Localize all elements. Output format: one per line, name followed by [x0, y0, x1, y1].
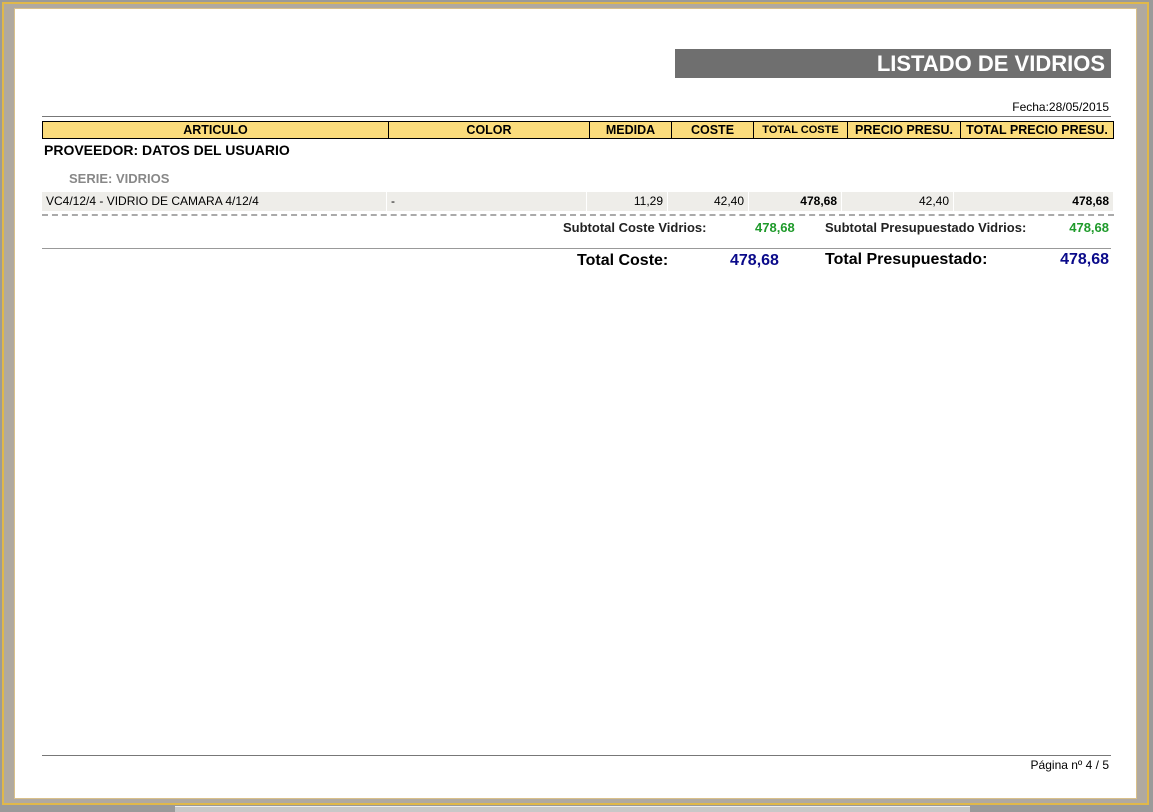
cell-color: - [387, 192, 587, 211]
report-title: LISTADO DE VIDRIOS [675, 49, 1111, 78]
proveedor-heading: PROVEEDOR: DATOS DEL USUARIO [44, 142, 290, 158]
totals-divider [42, 248, 1111, 249]
subtotal-presu-label: Subtotal Presupuestado Vidrios: [825, 220, 1027, 235]
col-precio-presu: PRECIO PRESU. [848, 122, 961, 138]
page-number: Página nº 4 / 5 [1030, 758, 1109, 772]
report-date: Fecha:28/05/2015 [1012, 100, 1109, 114]
col-medida: MEDIDA [590, 122, 672, 138]
footer-divider [42, 755, 1111, 756]
total-presu-label: Total Presupuestado: [825, 251, 988, 268]
cell-coste: 42,40 [668, 192, 749, 211]
table-row: VC4/12/4 - VIDRIO DE CAMARA 4/12/4 - 11,… [42, 192, 1114, 211]
col-color: COLOR [389, 122, 590, 138]
horizontal-scrollbar[interactable] [175, 806, 970, 812]
cell-precio-presu: 42,40 [842, 192, 954, 211]
row-dashed-divider [42, 214, 1114, 216]
subtotal-coste-value: 478,68 [755, 220, 795, 235]
total-coste-label: Total Coste: [577, 252, 669, 269]
cell-total-coste: 478,68 [749, 192, 842, 211]
total-presu-value: 478,68 [1060, 251, 1109, 268]
col-coste: COSTE [672, 122, 754, 138]
cell-medida: 11,29 [587, 192, 668, 211]
report-page: LISTADO DE VIDRIOS Fecha:28/05/2015 ARTI… [2, 2, 1149, 805]
col-articulo: ARTICULO [43, 122, 389, 138]
cell-total-precio-presu: 478,68 [954, 192, 1114, 211]
report-sheet: LISTADO DE VIDRIOS Fecha:28/05/2015 ARTI… [14, 8, 1137, 799]
subtotal-coste-label: Subtotal Coste Vidrios: [563, 220, 707, 235]
header-divider [42, 116, 1111, 117]
total-coste-value: 478,68 [730, 252, 779, 269]
serie-heading: SERIE: VIDRIOS [69, 171, 170, 186]
table-header: ARTICULO COLOR MEDIDA COSTE TOTAL COSTE … [42, 121, 1114, 139]
col-total-coste: TOTAL COSTE [754, 122, 848, 138]
subtotal-presu-value: 478,68 [1069, 220, 1109, 235]
cell-articulo: VC4/12/4 - VIDRIO DE CAMARA 4/12/4 [42, 192, 387, 211]
col-total-precio-presu: TOTAL PRECIO PRESU. [966, 123, 1108, 137]
